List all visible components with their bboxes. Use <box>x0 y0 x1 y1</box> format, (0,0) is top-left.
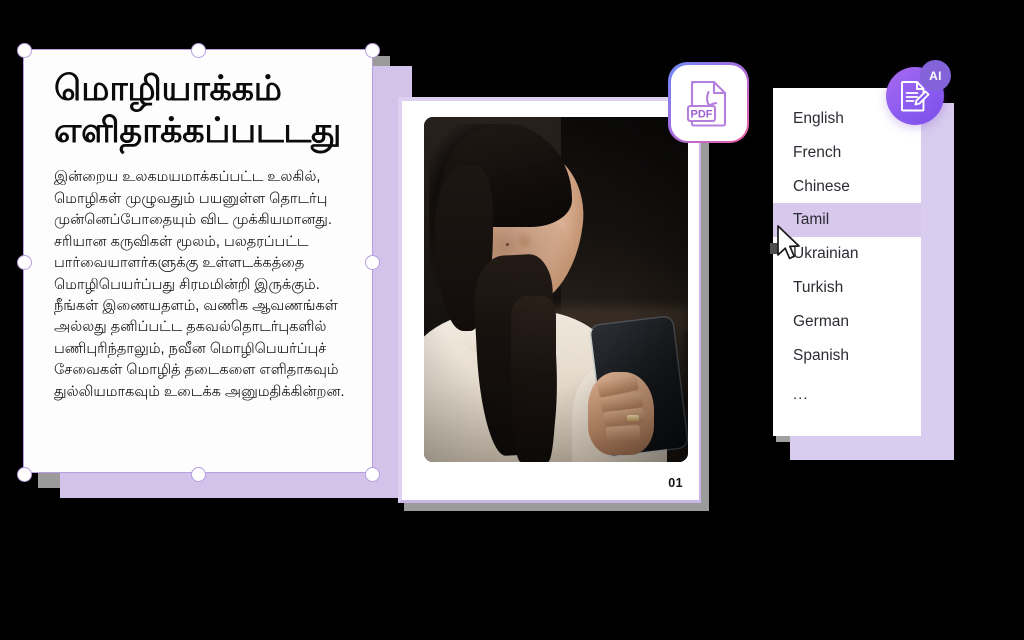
left-card-surface[interactable]: மொழியாக்கம் எளிதாக்கப்படடது இன்றைய உலகமய… <box>24 50 372 472</box>
ai-chip-badge: AI <box>920 60 951 91</box>
dropdown-item-turkish[interactable]: Turkish <box>773 271 921 305</box>
left-card-content: மொழியாக்கம் எளிதாக்கப்படடது இன்றைய உலகமய… <box>24 50 372 413</box>
pdf-badge-surface: PDF <box>670 64 747 141</box>
pdf-format-badge[interactable]: PDF <box>668 62 749 143</box>
translated-document-card[interactable]: மொழியாக்கம் எளிதாக்கப்படடது இன்றைய உலகமய… <box>17 43 412 498</box>
pdf-file-icon: PDF <box>686 80 726 127</box>
ai-chip-label: AI <box>929 68 942 83</box>
dropdown-item-ukrainian[interactable]: Ukrainian <box>773 237 921 271</box>
dropdown-item-more[interactable]: ... <box>773 373 921 411</box>
center-card-surface[interactable]: 01 <box>398 97 701 503</box>
language-dropdown[interactable]: English French Chinese Tamil Ukrainian T… <box>773 88 954 460</box>
dropdown-item-french[interactable]: French <box>773 136 921 170</box>
canvas-stage: மொழியாக்கம் எளிதாக்கப்படடது இன்றைய உலகமய… <box>0 0 1024 640</box>
source-document-page-card[interactable]: 01 <box>398 97 709 511</box>
handle-top-right[interactable] <box>365 43 380 58</box>
page-number-label: 01 <box>668 476 683 490</box>
dropdown-item-spanish[interactable]: Spanish <box>773 339 921 373</box>
handle-middle-left[interactable] <box>17 255 32 270</box>
handle-bottom-left[interactable] <box>17 467 32 482</box>
handle-top-center[interactable] <box>191 43 206 58</box>
dropdown-list[interactable]: English French Chinese Tamil Ukrainian T… <box>773 88 921 436</box>
dropdown-item-chinese[interactable]: Chinese <box>773 170 921 204</box>
document-title: மொழியாக்கம் எளிதாக்கப்படடது <box>54 69 342 150</box>
pdf-badge-label: PDF <box>690 108 712 120</box>
dropdown-item-tamil[interactable]: Tamil <box>773 203 921 238</box>
handle-bottom-center[interactable] <box>191 467 206 482</box>
handle-middle-right[interactable] <box>365 255 380 270</box>
photo-composite <box>424 117 688 462</box>
handle-top-left[interactable] <box>17 43 32 58</box>
page-photo <box>424 117 688 462</box>
dropdown-item-german[interactable]: German <box>773 305 921 339</box>
handle-bottom-right[interactable] <box>365 467 380 482</box>
cursor-drag-anchor <box>770 243 779 254</box>
document-body-text: இன்றைய உலகமயமாக்கப்பட்ட உலகில், மொழிகள் … <box>54 169 345 400</box>
